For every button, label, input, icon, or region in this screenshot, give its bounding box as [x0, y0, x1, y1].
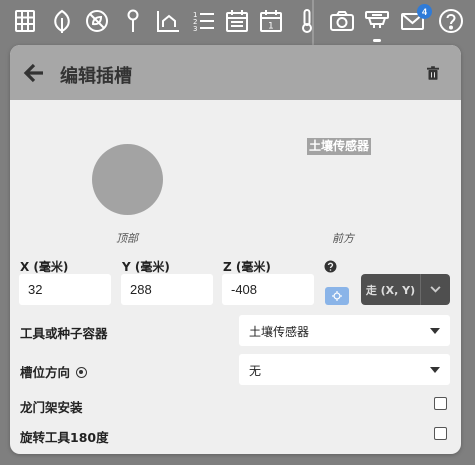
help-circle-icon[interactable] [324, 258, 337, 273]
calendar-day-icon[interactable]: 1 [256, 6, 286, 36]
trash-icon[interactable] [425, 64, 441, 82]
top-nav: 123 1 4 [0, 0, 475, 46]
panel-header: 编辑插槽 [10, 45, 461, 100]
page-title: 编辑插槽 [60, 66, 132, 87]
list-numbers-icon[interactable]: 123 [188, 6, 218, 36]
direction-label-wrap: 槽位方向 [20, 362, 88, 381]
gantry-row: 龙门架安装 [10, 389, 461, 421]
crosshair-icon [332, 291, 342, 301]
help-icon[interactable] [436, 6, 466, 36]
mail-icon[interactable]: 4 [398, 4, 432, 36]
gantry-checkbox[interactable] [434, 397, 447, 410]
y-input[interactable] [121, 274, 213, 305]
z-input[interactable] [222, 274, 314, 305]
go-xy-label: 走 (X, Y) [365, 283, 416, 297]
front-view-caption: 前方 [332, 232, 354, 245]
grid-icon[interactable] [10, 6, 40, 36]
pin-icon[interactable] [118, 6, 148, 36]
rotate-label: 旋转工具180度 [20, 430, 109, 445]
device-icon[interactable] [362, 6, 392, 42]
tool-select[interactable]: 土壤传感器 [239, 315, 450, 346]
direction-select[interactable]: 无 [239, 354, 450, 385]
mail-badge: 4 [417, 4, 432, 19]
camera-icon[interactable] [327, 6, 357, 36]
locate-button[interactable] [325, 287, 349, 305]
front-view-label: 土壤传感器 [307, 138, 372, 155]
tool-row: 工具或种子容器 土壤传感器 [10, 315, 461, 347]
top-view-circle [92, 144, 163, 215]
go-xy-button[interactable]: 走 (X, Y) [361, 274, 450, 305]
caret-down-icon [430, 328, 440, 334]
coordinates-section: X (毫米) Y (毫米) Z (毫米) 走 (X, Y) [10, 255, 461, 315]
info-dot-icon[interactable] [76, 367, 88, 378]
caret-down-icon [430, 367, 440, 373]
direction-select-value: 无 [249, 364, 262, 378]
leaf-icon[interactable] [47, 6, 77, 36]
z-label: Z (毫米) [223, 260, 271, 274]
slot-views: 土壤传感器 顶部 前方 [10, 100, 461, 245]
no-symbol-icon[interactable] [82, 6, 112, 36]
calendar-icon[interactable] [222, 6, 252, 36]
x-label: X (毫米) [20, 260, 69, 274]
gantry-label: 龙门架安装 [20, 400, 83, 415]
svg-text:1: 1 [268, 22, 274, 32]
chevron-down-icon[interactable] [420, 274, 450, 305]
edit-slot-panel: 编辑插槽 土壤传感器 顶部 前方 X (毫米) Y (毫米) Z (毫米) 走 … [10, 45, 461, 454]
tool-select-value: 土壤传感器 [249, 325, 310, 339]
thermometer-icon[interactable] [292, 6, 322, 36]
top-view-caption: 顶部 [116, 232, 138, 245]
rotate-row: 旋转工具180度 [10, 419, 461, 451]
rotate-checkbox[interactable] [434, 427, 447, 440]
svg-text:3: 3 [193, 25, 197, 33]
tool-label: 工具或种子容器 [20, 326, 108, 341]
chart-house-icon[interactable] [153, 6, 183, 36]
back-arrow-icon[interactable] [23, 62, 45, 84]
x-input[interactable] [19, 274, 111, 305]
direction-label: 槽位方向 [20, 365, 71, 380]
direction-row: 槽位方向 无 [10, 354, 461, 386]
y-label: Y (毫米) [122, 260, 170, 274]
